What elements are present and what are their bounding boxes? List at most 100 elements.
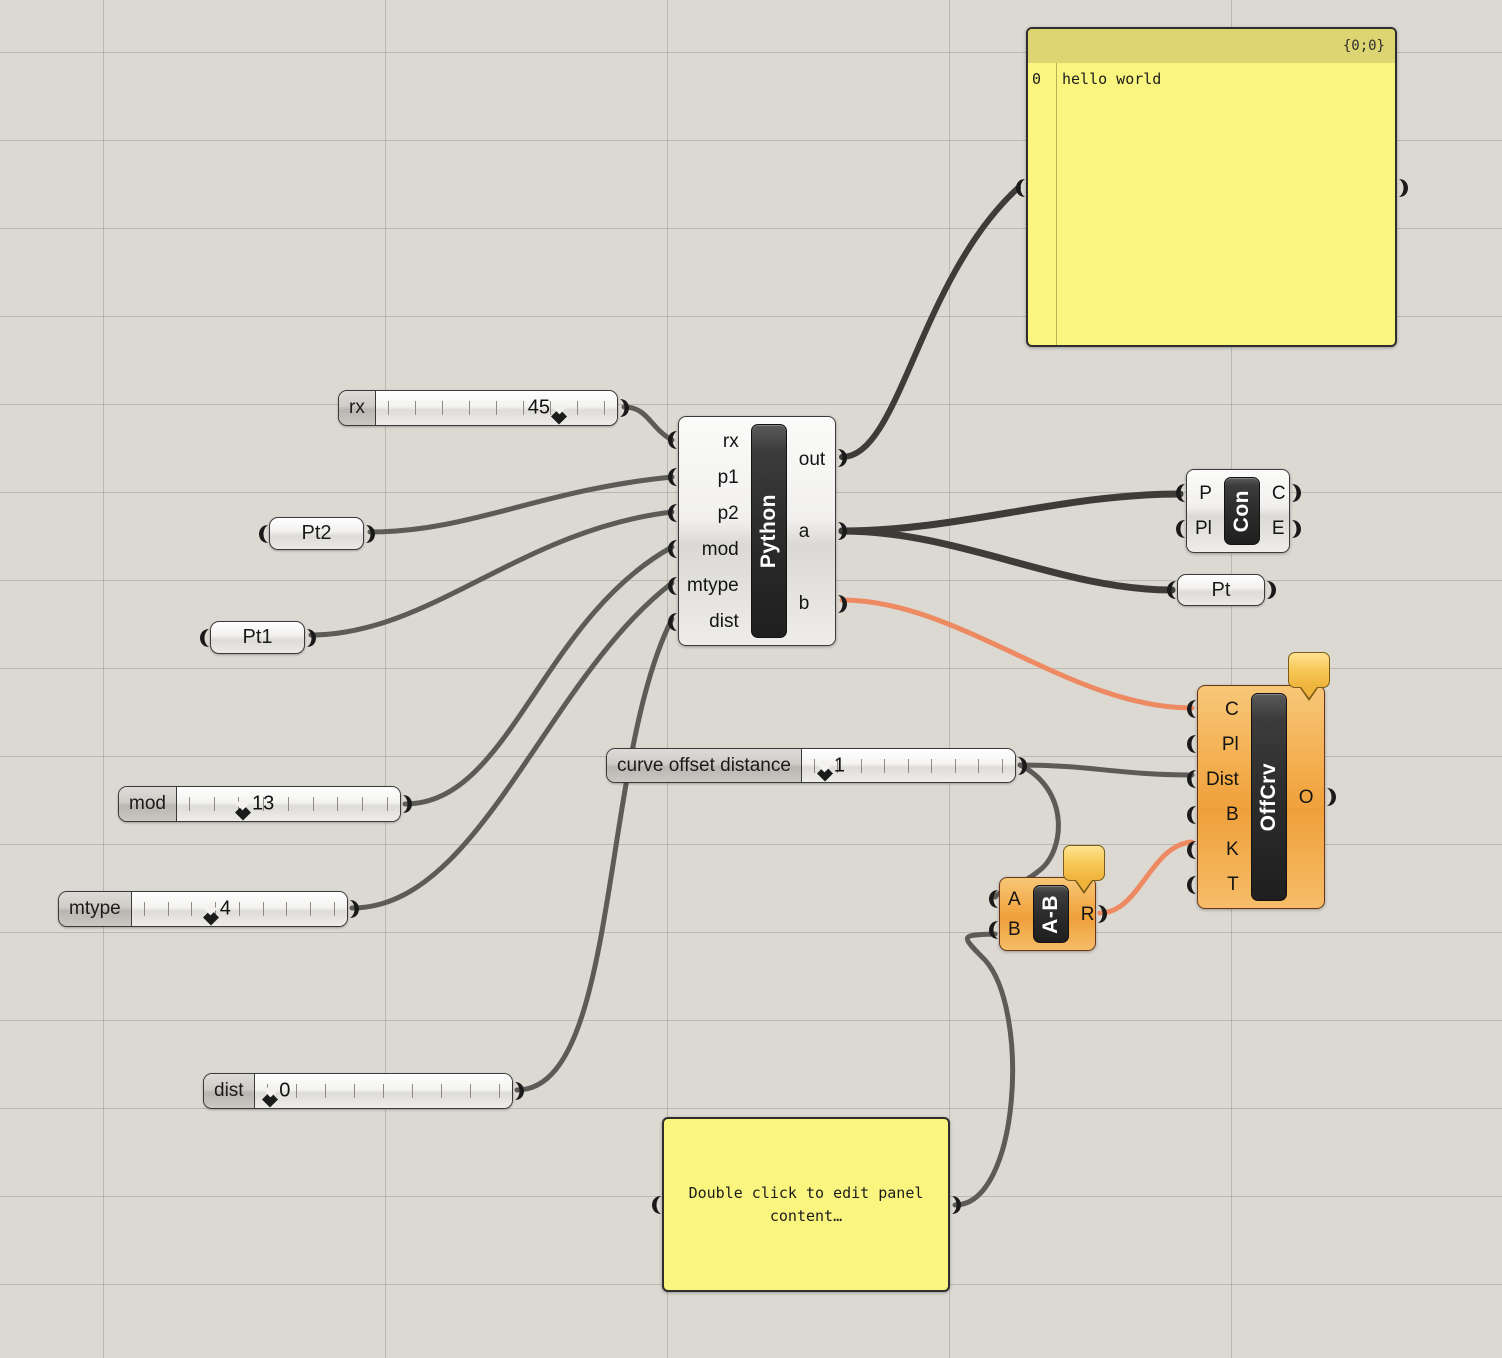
output-port-nub — [513, 1080, 529, 1102]
slider-value-group[interactable]: 4 — [202, 898, 231, 925]
slider-value-group[interactable]: 1 — [816, 754, 845, 782]
slider-box[interactable]: mod 13 — [118, 786, 401, 822]
component-body[interactable]: rx p1 p2 mod mtype dist Python out a b — [678, 416, 836, 646]
slider-handle-diamond[interactable] — [551, 400, 568, 424]
wire[interactable] — [839, 185, 1021, 460]
output-port-nub — [836, 593, 852, 615]
output-port-a[interactable]: a — [799, 522, 810, 541]
wire[interactable] — [1017, 762, 1195, 778]
param-pt[interactable]: Pt — [1177, 574, 1265, 606]
input-port-b[interactable]: B — [1226, 805, 1239, 824]
input-port-mtype[interactable]: mtype — [687, 576, 739, 595]
component-body[interactable]: P Pl Con C E — [1186, 469, 1290, 553]
output-port-nub — [364, 523, 380, 545]
input-port-nub — [1182, 768, 1198, 790]
input-port-nub — [984, 919, 1000, 941]
slider-dist[interactable]: dist 0 — [203, 1073, 513, 1109]
slider-handle-diamond[interactable] — [202, 901, 219, 925]
balloon-offcrv[interactable] — [1288, 652, 1330, 701]
slider-track[interactable]: 45 — [375, 391, 617, 425]
slider-value-group[interactable]: 13 — [234, 793, 274, 820]
input-port-nub — [663, 429, 679, 451]
panel-box[interactable]: {0;0} 0 hello world — [1026, 27, 1397, 347]
slider-box[interactable]: rx 45 — [338, 390, 618, 426]
input-port-c[interactable]: C — [1225, 700, 1239, 719]
input-port-p2[interactable]: p2 — [718, 504, 739, 523]
input-port-nub — [1162, 579, 1178, 601]
param-pt1[interactable]: Pt1 — [210, 621, 305, 654]
panel-body[interactable]: 0 hello world — [1028, 63, 1395, 345]
panel-output[interactable]: {0;0} 0 hello world — [1026, 27, 1397, 347]
param-capsule[interactable]: Pt1 — [210, 621, 305, 654]
comp-python[interactable]: rx p1 p2 mod mtype dist Python out a b — [678, 416, 836, 646]
wire[interactable] — [367, 474, 675, 535]
wire[interactable] — [621, 404, 675, 443]
component-input-ports: rx p1 p2 mod mtype dist — [679, 417, 747, 645]
slider-track[interactable]: 0 — [254, 1074, 512, 1108]
slider-track[interactable]: 13 — [176, 787, 400, 821]
panel-placeholder[interactable]: Double click to edit panel content… — [662, 1117, 950, 1292]
input-port-p[interactable]: P — [1199, 484, 1212, 503]
component-title-spine[interactable]: OffCrv — [1250, 693, 1287, 901]
slider-tick — [213, 797, 215, 811]
output-port-nub — [1397, 177, 1413, 199]
slider-track[interactable]: 1 — [801, 749, 1015, 782]
input-port-pl[interactable]: Pl — [1222, 735, 1239, 754]
input-port-dist[interactable]: Dist — [1206, 770, 1239, 789]
wire[interactable] — [839, 597, 1195, 711]
output-port-c[interactable]: C — [1272, 484, 1286, 503]
slider-track[interactable]: 4 — [131, 892, 347, 926]
input-port-mod[interactable]: mod — [702, 540, 739, 559]
slider-rx[interactable]: rx 45 — [338, 390, 618, 426]
param-label: Pt — [1211, 578, 1231, 601]
input-port-rx[interactable]: rx — [723, 432, 739, 451]
slider-handle-diamond[interactable] — [262, 1083, 279, 1107]
slider-curve-offset[interactable]: curve offset distance 1 — [606, 748, 1016, 783]
wire[interactable] — [838, 527, 1176, 594]
input-port-a[interactable]: A — [1008, 890, 1021, 909]
slider-box[interactable]: curve offset distance 1 — [606, 748, 1016, 783]
input-port-t[interactable]: T — [1227, 875, 1239, 894]
input-port-pl[interactable]: Pl — [1195, 519, 1212, 538]
panel-body[interactable]: Double click to edit panel content… — [664, 1119, 948, 1290]
slider-mod[interactable]: mod 13 — [118, 786, 401, 822]
wire[interactable] — [1097, 839, 1195, 916]
output-port-out[interactable]: out — [799, 450, 825, 469]
input-port-nub — [1171, 518, 1187, 540]
slider-handle-diamond[interactable] — [816, 758, 833, 782]
panel-box[interactable]: Double click to edit panel content… — [662, 1117, 950, 1292]
balloon-subtract[interactable] — [1063, 845, 1105, 894]
slider-handle-diamond[interactable] — [234, 796, 251, 820]
output-port-e[interactable]: E — [1272, 519, 1285, 538]
output-port-r[interactable]: R — [1081, 905, 1095, 924]
output-port-nub — [1290, 482, 1306, 504]
input-port-p1[interactable]: p1 — [718, 468, 739, 487]
input-port-dist[interactable]: dist — [709, 612, 739, 631]
param-pt2[interactable]: Pt2 — [269, 517, 364, 550]
wire[interactable] — [514, 616, 675, 1093]
slider-value-group[interactable]: 45 — [528, 397, 568, 424]
wire[interactable] — [952, 931, 1016, 1208]
slider-box[interactable]: dist 0 — [203, 1073, 513, 1109]
wire[interactable] — [349, 580, 675, 911]
param-capsule[interactable]: Pt2 — [269, 517, 364, 550]
param-capsule[interactable]: Pt — [1177, 574, 1265, 606]
slider-tick — [387, 401, 389, 415]
input-port-b[interactable]: B — [1008, 920, 1021, 939]
slider-box[interactable]: mtype 4 — [58, 891, 348, 927]
comp-offcrv[interactable]: C Pl Dist B K T OffCrv O — [1197, 685, 1325, 909]
wire[interactable] — [838, 490, 1184, 535]
slider-value-group[interactable]: 0 — [262, 1080, 290, 1107]
component-title-spine[interactable]: A-B — [1032, 885, 1069, 943]
slider-mtype[interactable]: mtype 4 — [58, 891, 348, 927]
component-title-spine[interactable]: Python — [750, 424, 787, 638]
wire[interactable] — [308, 509, 675, 638]
component-title-spine[interactable]: Con — [1223, 477, 1260, 545]
input-port-k[interactable]: K — [1226, 840, 1239, 859]
slider-tick — [978, 758, 980, 773]
output-port-b[interactable]: b — [799, 594, 810, 613]
grasshopper-canvas[interactable]: {0;0} 0 hello world Double click to edit pa… — [0, 0, 1502, 1358]
output-port-o[interactable]: O — [1299, 788, 1314, 807]
comp-con[interactable]: P Pl Con C E — [1186, 469, 1290, 553]
component-body[interactable]: C Pl Dist B K T OffCrv O — [1197, 685, 1325, 909]
